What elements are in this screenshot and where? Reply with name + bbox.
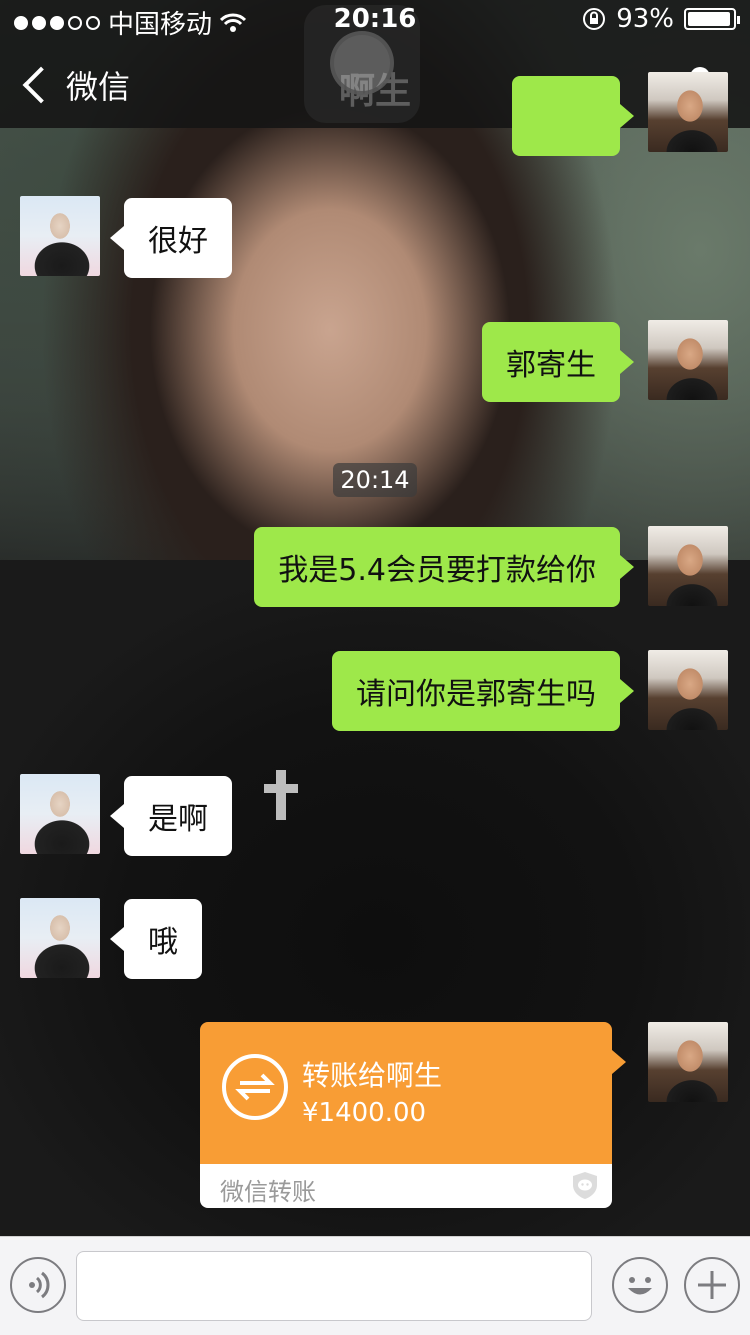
battery-percent: 93% [616, 4, 674, 34]
message-bubble-received[interactable]: 是啊 [110, 776, 232, 856]
message-timestamp: 20:14 [333, 463, 417, 497]
more-options-button[interactable] [684, 1257, 740, 1313]
transfer-card-footer: 微信转账 [200, 1164, 612, 1208]
message-bubble-received[interactable]: 很好 [110, 198, 232, 278]
message-input[interactable] [76, 1251, 592, 1321]
message-text: 是啊 [148, 802, 208, 837]
avatar-self[interactable] [648, 650, 728, 730]
emoji-button[interactable] [612, 1257, 668, 1313]
transfer-amount: ¥1400.00 [302, 1098, 427, 1128]
message-bubble-received[interactable]: 哦 [110, 899, 202, 979]
transfer-title: 转账给啊生 [302, 1059, 443, 1092]
avatar-contact[interactable] [20, 196, 100, 276]
message-bubble-sent[interactable]: 请问你是郭寄生吗 [332, 651, 634, 731]
smiley-icon [628, 1277, 652, 1295]
rotation-lock-icon [583, 8, 606, 30]
voice-input-button[interactable] [10, 1257, 66, 1313]
message-bubble-sent[interactable]: 我是5.4会员要打款给你 [254, 527, 634, 607]
avatar-self[interactable] [648, 1022, 728, 1102]
avatar-self[interactable] [648, 526, 728, 606]
message-text: 请问你是郭寄生吗 [356, 677, 596, 712]
transfer-arrows-icon [222, 1054, 288, 1120]
avatar-self[interactable] [648, 72, 728, 152]
plus-icon [698, 1271, 726, 1299]
message-text: 我是5.4会员要打款给你 [278, 553, 596, 588]
message-text: 哦 [148, 925, 178, 960]
avatar-contact[interactable] [20, 898, 100, 978]
avatar-contact[interactable] [20, 774, 100, 854]
status-bar: 中国移动 20:16 93% [0, 0, 750, 40]
background-cross-pendant [264, 770, 298, 820]
message-bubble-sent[interactable]: 郭寄生 [482, 322, 634, 402]
wechat-shield-icon [573, 1172, 597, 1199]
transfer-message-card[interactable]: 转账给啊生 ¥1400.00 微信转账 [200, 1022, 626, 1208]
battery-icon [684, 8, 740, 30]
message-bubble-partial[interactable] [512, 76, 634, 156]
transfer-footer-label: 微信转账 [220, 1178, 316, 1206]
chat-input-bar [0, 1236, 750, 1335]
voice-icon [29, 1271, 50, 1299]
avatar-self[interactable] [648, 320, 728, 400]
message-text: 郭寄生 [506, 348, 596, 383]
transfer-card-body: 转账给啊生 ¥1400.00 [200, 1022, 612, 1164]
message-text: 很好 [148, 224, 208, 259]
